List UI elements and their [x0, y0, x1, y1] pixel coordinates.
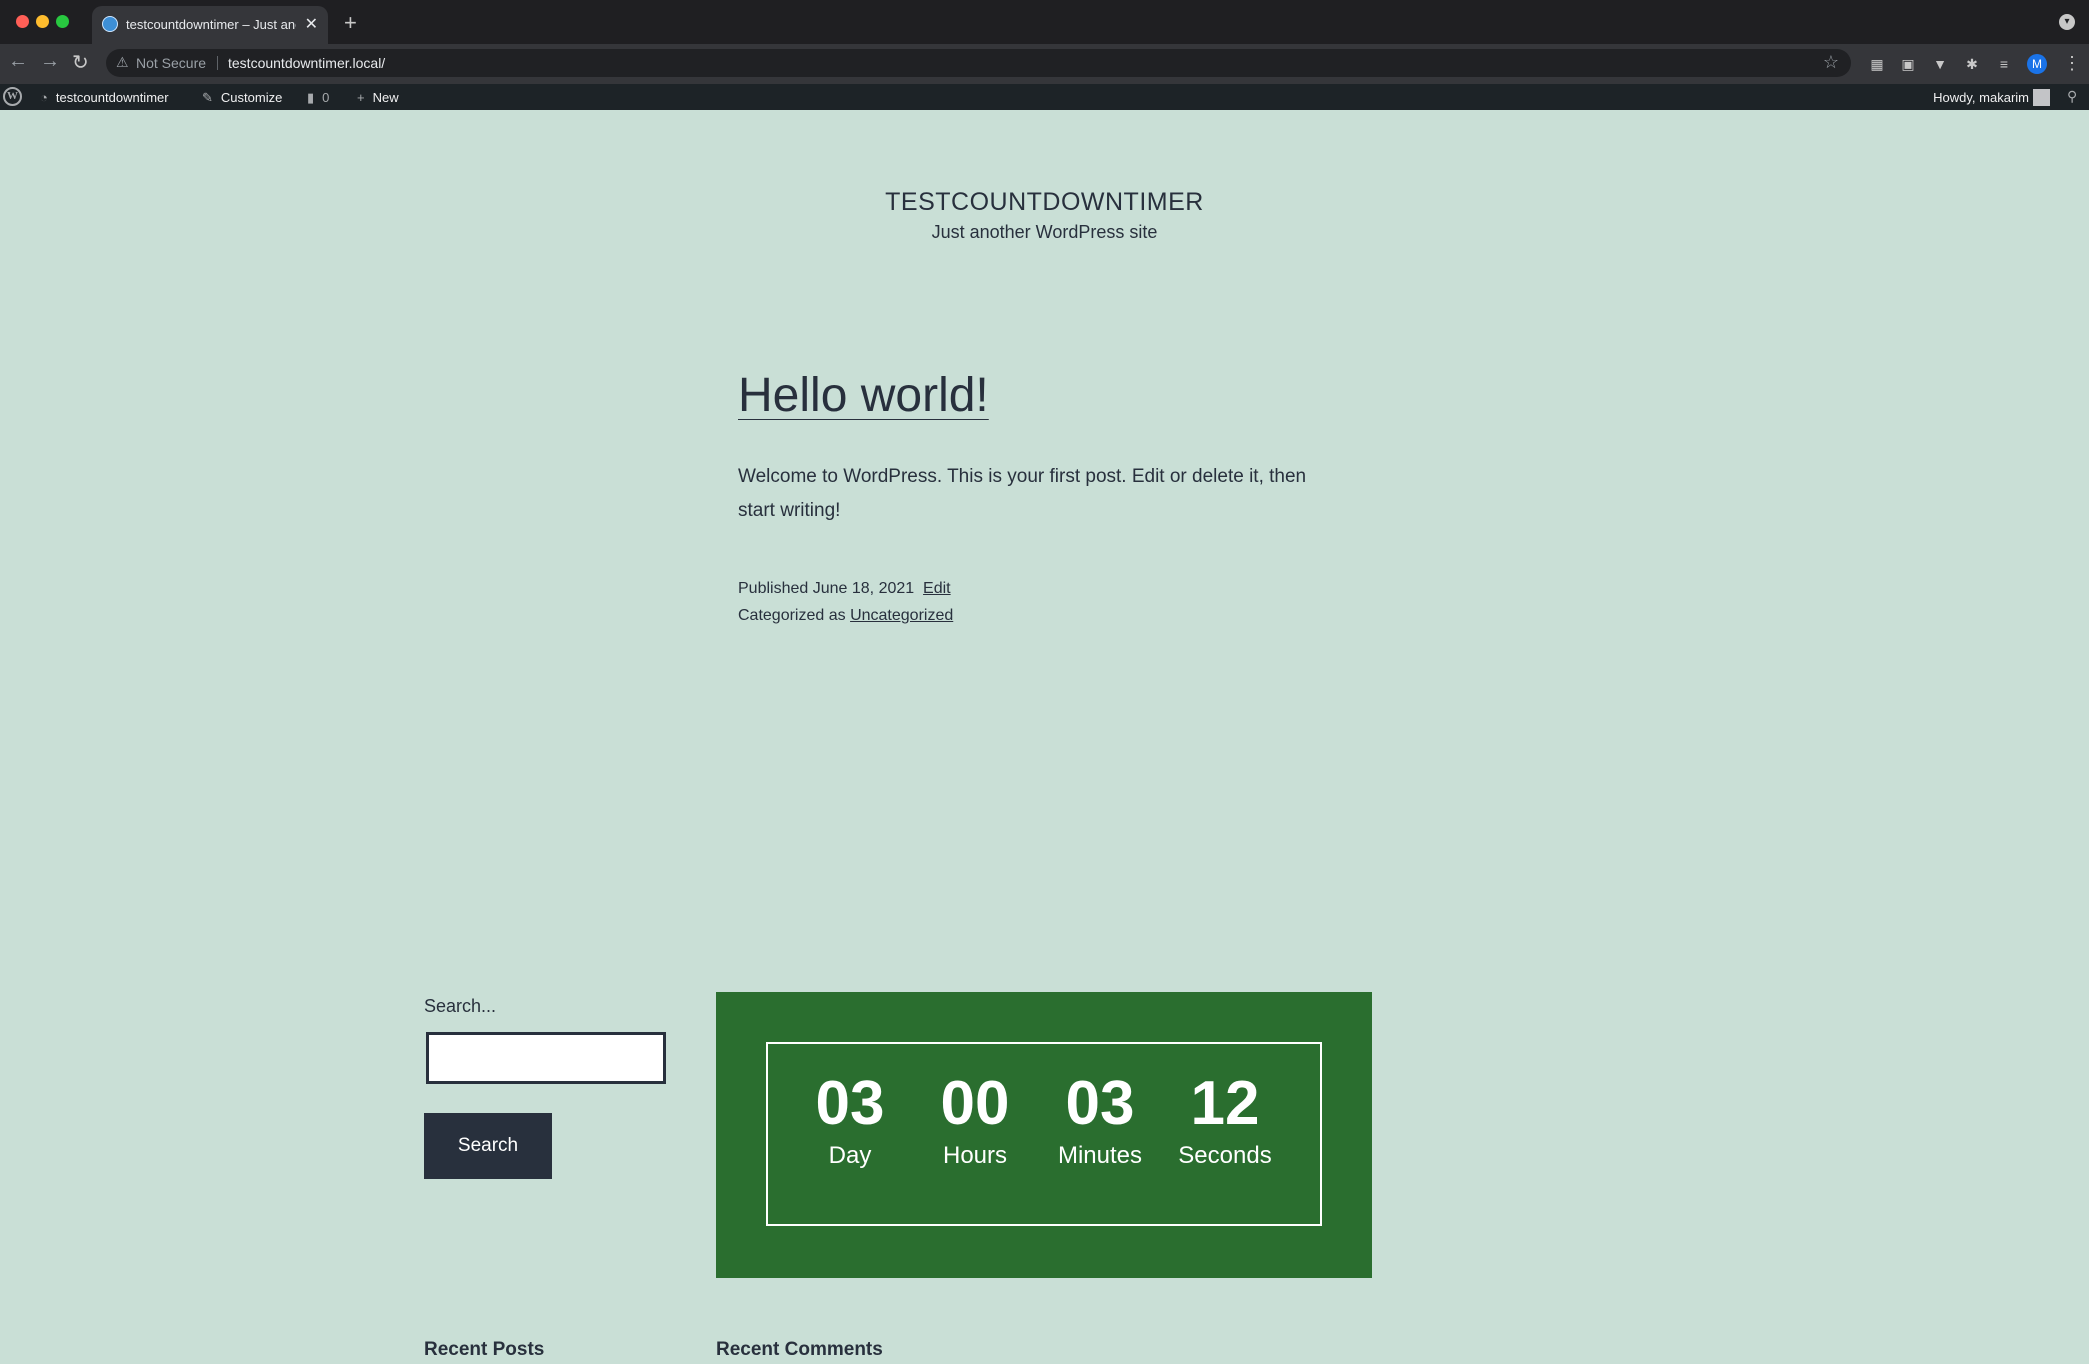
plus-icon: + — [357, 90, 365, 105]
brush-icon: ✎ — [202, 90, 213, 105]
dashboard-icon: ◔ — [40, 90, 48, 105]
address-separator — [217, 56, 218, 70]
countdown-days: 03 Day — [790, 1072, 910, 1170]
browser-toolbar: ← → ↻ ⚠ Not Secure testcountdowntimer.lo… — [0, 44, 2089, 84]
admin-bar-customize[interactable]: ✎ Customize — [202, 90, 282, 106]
admin-bar-site-name: testcountdowntimer — [55, 90, 169, 105]
admin-bar-new[interactable]: + New — [357, 90, 399, 105]
tab-search-icon[interactable]: ▾ — [2059, 14, 2075, 30]
category-link[interactable]: Uncategorized — [850, 607, 953, 624]
url-text[interactable]: testcountdowntimer.local/ — [228, 55, 385, 71]
security-status[interactable]: Not Secure — [136, 55, 206, 71]
site-description: Just another WordPress site — [931, 222, 1158, 242]
published-prefix: Published — [738, 580, 809, 597]
wordpress-logo-icon[interactable]: W — [3, 87, 22, 106]
warning-icon: ⚠ — [116, 54, 129, 70]
search-button[interactable]: Search — [424, 1113, 552, 1179]
extensions-puzzle-icon[interactable]: ✱ — [1963, 55, 1981, 73]
admin-bar-customize-label: Customize — [220, 90, 283, 105]
maximize-window-button[interactable] — [56, 15, 69, 28]
post-category-meta: Categorized as Uncategorized — [738, 607, 953, 625]
countdown-days-label: Day — [828, 1142, 872, 1169]
search-widget-label: Search... — [424, 996, 497, 1016]
browser-chrome: testcountdowntimer – Just another WordPr… — [0, 0, 2089, 110]
close-window-button[interactable] — [16, 15, 29, 28]
admin-bar-comments[interactable]: ▮ 0 — [307, 90, 329, 106]
wp-admin-bar: W ◔ testcountdowntimer ✎ Customize ▮ 0 + New… — [0, 84, 2089, 110]
countdown-hours-value: 00 — [940, 1069, 1010, 1138]
search-input[interactable] — [426, 1032, 666, 1084]
countdown-hours: 00 Hours — [915, 1072, 1035, 1170]
published-date[interactable]: June 18, 2021 — [813, 580, 914, 597]
extension-vue-icon[interactable]: ▼ — [1931, 55, 1949, 73]
comment-icon: ▮ — [307, 90, 315, 105]
browser-menu-icon[interactable]: ⋮ — [2063, 53, 2081, 74]
user-avatar[interactable] — [2033, 89, 2050, 106]
admin-bar-site-link[interactable]: ◔ testcountdowntimer — [40, 90, 169, 105]
new-tab-icon[interactable]: + — [344, 10, 357, 36]
tab-title: testcountdowntimer – Just another WordPr… — [126, 17, 296, 32]
tab-strip: testcountdowntimer – Just another WordPr… — [0, 0, 2089, 44]
countdown-minutes-value: 03 — [1065, 1069, 1135, 1138]
minimize-window-button[interactable] — [36, 15, 49, 28]
profile-avatar[interactable]: M — [2027, 54, 2047, 74]
countdown-minutes: 03 Minutes — [1040, 1072, 1160, 1170]
countdown-days-value: 03 — [815, 1069, 885, 1138]
reading-list-icon[interactable]: ≡ — [1995, 55, 2013, 73]
countdown-timer: 03 Day 00 Hours 03 Minutes 12 Seconds — [716, 992, 1372, 1278]
admin-bar-greeting[interactable]: Howdy, makarim — [1933, 90, 2029, 105]
countdown-seconds: 12 Seconds — [1165, 1072, 1285, 1170]
admin-bar-new-label: New — [372, 90, 399, 105]
extension-calendar-icon[interactable]: ▦ — [1868, 55, 1886, 73]
recent-comments-heading: Recent Comments — [716, 1339, 883, 1360]
categorized-prefix: Categorized as — [738, 607, 846, 624]
countdown-seconds-label: Seconds — [1178, 1142, 1272, 1169]
countdown-frame: 03 Day 00 Hours 03 Minutes 12 Seconds — [766, 1042, 1322, 1226]
wordpress-favicon-icon — [102, 16, 118, 32]
post-title[interactable]: Hello world! — [738, 368, 989, 423]
recent-posts-heading: Recent Posts — [424, 1339, 545, 1360]
comments-count: 0 — [322, 90, 330, 105]
browser-tab[interactable]: testcountdowntimer – Just another WordPr… — [92, 6, 328, 44]
countdown-minutes-label: Minutes — [1057, 1142, 1143, 1169]
extension-reader-icon[interactable]: ▣ — [1899, 55, 1917, 73]
back-icon[interactable]: ← — [8, 50, 28, 73]
reload-icon[interactable]: ↻ — [72, 50, 89, 75]
bookmark-star-icon[interactable]: ☆ — [1823, 52, 1839, 73]
post-body: Welcome to WordPress. This is your first… — [738, 466, 1307, 521]
close-tab-icon[interactable]: ✕ — [305, 14, 318, 34]
forward-icon[interactable]: → — [40, 50, 60, 73]
post-published-meta: Published June 18, 2021 Edit — [738, 580, 951, 598]
site-title[interactable]: TESTCOUNTDOWNTIMER — [0, 188, 2089, 217]
countdown-hours-label: Hours — [942, 1142, 1008, 1169]
edit-post-link[interactable]: Edit — [923, 580, 951, 597]
countdown-seconds-value: 12 — [1190, 1069, 1260, 1138]
address-bar[interactable]: ⚠ Not Secure testcountdowntimer.local/ ☆ — [106, 49, 1851, 77]
admin-search-icon[interactable]: ⚲ — [2067, 88, 2077, 105]
